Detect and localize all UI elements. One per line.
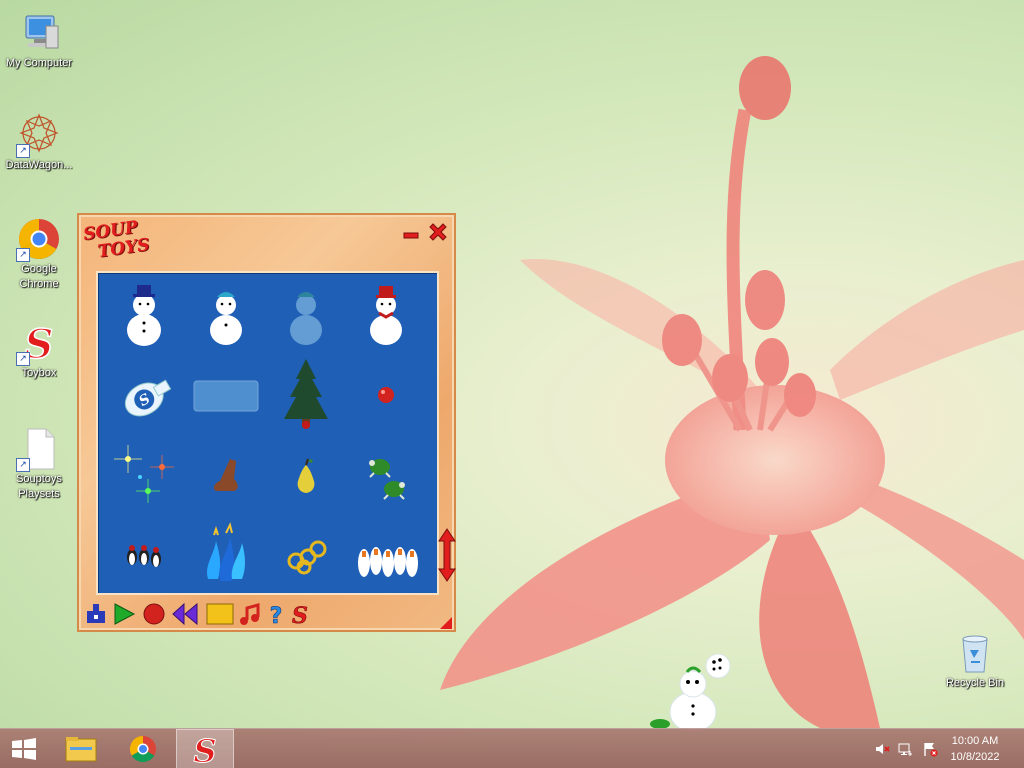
help-button[interactable]: ?: [264, 602, 288, 630]
svg-text:?: ?: [270, 604, 283, 626]
desktop-icon-google-chrome[interactable]: ↗ Google Chrome: [1, 216, 77, 292]
soup-menu-button[interactable]: S: [288, 602, 312, 630]
close-button[interactable]: [427, 221, 447, 241]
toy-red-ornament[interactable]: [346, 355, 426, 435]
toy-snowman-ghost[interactable]: [266, 275, 346, 355]
soup-toys-logo: SOUP TOYS: [82, 216, 156, 271]
shortcut-arrow-icon: ↗: [16, 458, 30, 472]
taskbar-chrome[interactable]: [118, 729, 168, 768]
resize-grip-icon: [440, 617, 452, 629]
desktop-icon-recycle-bin[interactable]: Recycle Bin: [937, 630, 1013, 691]
music-button[interactable]: [238, 602, 262, 626]
system-clock[interactable]: 10:00 AM 10/8/2022: [940, 733, 1010, 765]
file-explorer-icon: [65, 737, 97, 762]
datawagon-icon: ↗: [16, 112, 62, 158]
svg-text:S: S: [193, 732, 216, 768]
chrome-icon: ↗: [16, 216, 62, 262]
volume-muted-icon[interactable]: [874, 741, 890, 757]
soup-s-icon: S: [292, 603, 308, 630]
desktop-snowman-toy[interactable]: [640, 650, 740, 733]
svg-text:S: S: [292, 603, 308, 626]
toy-christmas-tree[interactable]: [266, 355, 346, 435]
shortcut-arrow-icon: ↗: [16, 248, 30, 262]
desktop-icon-label: Google Chrome: [19, 263, 59, 290]
toy-geese[interactable]: [346, 515, 426, 595]
stop-icon: [206, 603, 234, 625]
toy-snowman-red-hat[interactable]: [346, 275, 426, 355]
minimize-icon: [403, 232, 419, 239]
file-icon: ↗: [16, 426, 62, 472]
record-button[interactable]: [142, 602, 166, 626]
stop-button[interactable]: [206, 602, 234, 626]
toy-penguins[interactable]: [104, 515, 184, 595]
computer-icon: [16, 10, 62, 56]
stamp-button[interactable]: [84, 602, 108, 626]
desktop-icon-label: My Computer: [5, 57, 73, 69]
toy-sparkles[interactable]: [104, 435, 184, 515]
record-icon: [143, 603, 165, 625]
toy-tray: S: [96, 271, 439, 595]
chrome-icon: [130, 735, 156, 763]
close-icon: [429, 223, 447, 241]
desktop-icon-label: Recycle Bin: [945, 677, 1005, 689]
toy-snowman-blue-hat[interactable]: [104, 275, 184, 355]
toy-soup-bottle[interactable]: S: [104, 355, 184, 435]
toy-glass-pane[interactable]: [186, 355, 266, 435]
play-button[interactable]: [112, 602, 136, 626]
toy-snowman-blue-cap[interactable]: [186, 275, 266, 355]
resize-grip[interactable]: [440, 616, 452, 629]
play-icon: [114, 603, 136, 625]
desktop-icon-label: DataWagon...: [5, 159, 73, 171]
desktop-icon-my-computer[interactable]: My Computer: [1, 10, 77, 71]
toy-gold-rings[interactable]: [266, 515, 346, 595]
taskbar-file-explorer[interactable]: [58, 729, 104, 768]
rewind-icon: [172, 602, 198, 626]
help-icon: ?: [269, 604, 283, 630]
desktop-icon-toybox[interactable]: S ↗ Toybox: [1, 320, 77, 381]
tray-scroll-arrow[interactable]: [437, 527, 457, 583]
rewind-button[interactable]: [172, 602, 198, 626]
start-icon: [12, 738, 36, 760]
toy-turtles[interactable]: [346, 435, 426, 515]
minimize-button[interactable]: [401, 221, 421, 241]
stamp-icon: [87, 604, 105, 623]
toybox-icon: S: [193, 732, 217, 768]
soup-toys-window[interactable]: SOUP TOYS S ? S: [77, 213, 456, 632]
desktop-icon-souptoys-playsets[interactable]: ↗ Souptoys Playsets: [1, 426, 77, 502]
taskbar-toybox[interactable]: S: [176, 729, 234, 768]
network-icon[interactable]: [898, 741, 914, 757]
desktop-icon-datawagon[interactable]: ↗ DataWagon...: [1, 112, 77, 173]
desktop-icon-label: Souptoys Playsets: [16, 473, 62, 500]
action-center-flag-icon[interactable]: [922, 741, 938, 757]
music-icon: [240, 603, 260, 625]
taskbar: S 10:00 AM 10/8/2022: [0, 728, 1024, 768]
clock-date: 10/8/2022: [950, 751, 1000, 763]
desktop-icon-label: Toybox: [21, 367, 57, 379]
toy-toolbar: ? S: [84, 602, 404, 630]
clock-time: 10:00 AM: [951, 735, 999, 747]
toy-pear[interactable]: [266, 435, 346, 515]
toy-blue-flames[interactable]: [186, 515, 266, 595]
up-down-arrow-icon: [438, 528, 456, 582]
shortcut-arrow-icon: ↗: [16, 144, 30, 158]
start-button[interactable]: [0, 729, 48, 768]
toy-brown-boot[interactable]: [186, 435, 266, 515]
shortcut-arrow-icon: ↗: [16, 352, 30, 366]
toybox-icon: S ↗: [16, 320, 62, 369]
recycle-bin-icon: [952, 630, 998, 676]
